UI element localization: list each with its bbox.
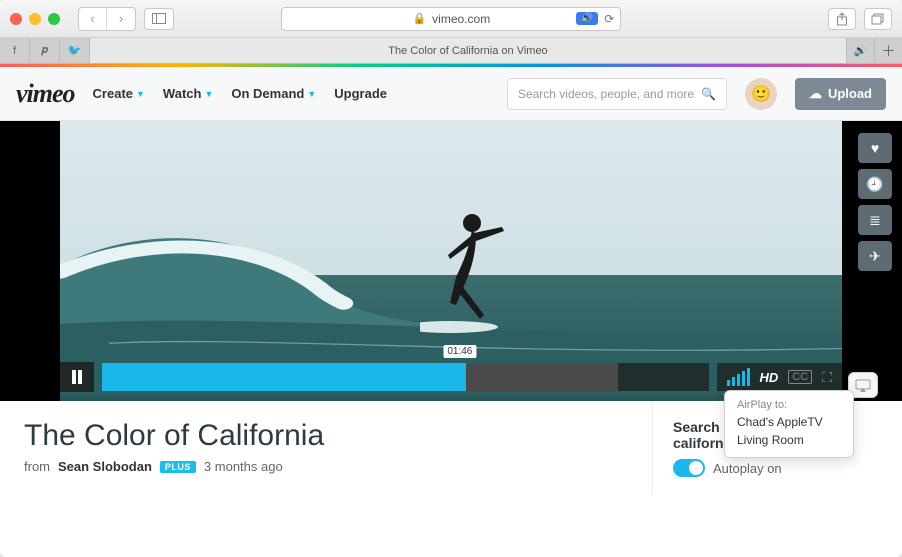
progress-bar[interactable]: 01:46 <box>102 363 709 391</box>
played-fill <box>102 363 466 391</box>
video-player[interactable]: ♥ 🕘 ≣ ✈ 01:46 HD CC ⛶ <box>0 121 902 401</box>
right-controls: HD CC ⛶ <box>717 363 842 391</box>
share-button[interactable] <box>828 8 856 30</box>
active-tab[interactable]: The Color of California on Vimeo <box>90 38 846 63</box>
collections-button[interactable]: ≣ <box>858 205 892 235</box>
pause-button[interactable] <box>60 362 94 392</box>
share-video-button[interactable]: ✈ <box>858 241 892 271</box>
nav-watch[interactable]: Watch▼ <box>163 86 213 101</box>
like-button[interactable]: ♥ <box>858 133 892 163</box>
chevron-down-icon: ▼ <box>204 89 213 99</box>
video-frame <box>60 121 842 401</box>
zoom-window-button[interactable] <box>48 13 60 25</box>
tab-bar: f 𝒑 🐦 The Color of California on Vimeo 🔊… <box>0 38 902 64</box>
site-nav: vimeo Create▼ Watch▼ On Demand▼ Upgrade … <box>0 67 902 121</box>
nav-menu: Create▼ Watch▼ On Demand▼ Upgrade <box>93 86 387 101</box>
address-bar[interactable]: 🔒 vimeo.com 🔊 ⟳ <box>281 7 621 31</box>
pinned-tab-twitter[interactable]: 🐦 <box>60 38 90 63</box>
minimize-window-button[interactable] <box>29 13 41 25</box>
nav-upgrade[interactable]: Upgrade <box>334 86 387 101</box>
fullscreen-button[interactable]: ⛶ <box>822 369 832 386</box>
captions-button[interactable]: CC <box>788 370 812 384</box>
back-forward-group: ‹ › <box>78 7 136 31</box>
plus-badge: PLUS <box>160 461 196 473</box>
address-host: vimeo.com <box>432 12 490 26</box>
airplay-popover: AirPlay to: Chad's AppleTV Living Room <box>724 390 854 458</box>
pinned-tab-facebook[interactable]: f <box>0 38 30 63</box>
safari-toolbar: ‹ › 🔒 vimeo.com 🔊 ⟳ <box>0 0 902 38</box>
sidebar-toggle-button[interactable] <box>144 8 174 30</box>
hd-toggle[interactable]: HD <box>760 370 779 385</box>
upload-button[interactable]: ☁ Upload <box>795 78 886 110</box>
chevron-down-icon: ▼ <box>307 89 316 99</box>
airplay-header: AirPlay to: <box>737 399 841 411</box>
video-content <box>420 205 520 335</box>
search-input[interactable]: Search videos, people, and more 🔍 <box>507 78 727 110</box>
back-button[interactable]: ‹ <box>79 8 107 30</box>
video-title: The Color of California <box>24 419 628 453</box>
tab-title: The Color of California on Vimeo <box>388 45 547 57</box>
user-avatar[interactable]: 🙂 <box>745 78 777 110</box>
video-action-rail: ♥ 🕘 ≣ ✈ <box>858 133 892 271</box>
search-icon: 🔍 <box>701 87 716 101</box>
volume-control[interactable] <box>727 368 750 386</box>
nav-on-demand[interactable]: On Demand▼ <box>231 86 316 101</box>
watch-later-button[interactable]: 🕘 <box>858 169 892 199</box>
author-link[interactable]: Sean Slobodan <box>58 459 152 474</box>
airplay-device[interactable]: Chad's AppleTV <box>737 413 841 431</box>
pinned-tabs: f 𝒑 🐦 <box>0 38 90 63</box>
vimeo-logo[interactable]: vimeo <box>16 79 75 109</box>
cloud-upload-icon: ☁ <box>809 86 822 102</box>
reload-button[interactable]: ⟳ <box>604 12 614 26</box>
forward-button[interactable]: › <box>107 8 135 30</box>
window-controls <box>10 13 60 25</box>
safari-window: ‹ › 🔒 vimeo.com 🔊 ⟳ f 𝒑 🐦 <box>0 0 902 557</box>
upload-age: 3 months ago <box>204 459 283 474</box>
player-controls: 01:46 HD CC ⛶ <box>60 361 842 393</box>
lock-icon: 🔒 <box>412 12 426 25</box>
search-placeholder: Search videos, people, and more <box>518 87 694 101</box>
video-byline: from Sean Slobodan PLUS 3 months ago <box>24 459 628 474</box>
close-window-button[interactable] <box>10 13 22 25</box>
autoplay-toggle[interactable] <box>673 459 705 477</box>
autoplay-row: Autoplay on <box>673 459 882 477</box>
pinned-tab-pinterest[interactable]: 𝒑 <box>30 38 60 63</box>
scrub-time-label: 01:46 <box>443 345 476 358</box>
chevron-down-icon: ▼ <box>136 89 145 99</box>
airplay-device[interactable]: Living Room <box>737 431 841 449</box>
nav-create[interactable]: Create▼ <box>93 86 145 101</box>
tab-mute-button[interactable]: 🔊 <box>846 38 874 63</box>
tabs-overview-button[interactable] <box>864 8 892 30</box>
tab-audio-indicator[interactable]: 🔊 <box>576 12 598 25</box>
new-tab-button[interactable]: ＋ <box>874 38 902 63</box>
